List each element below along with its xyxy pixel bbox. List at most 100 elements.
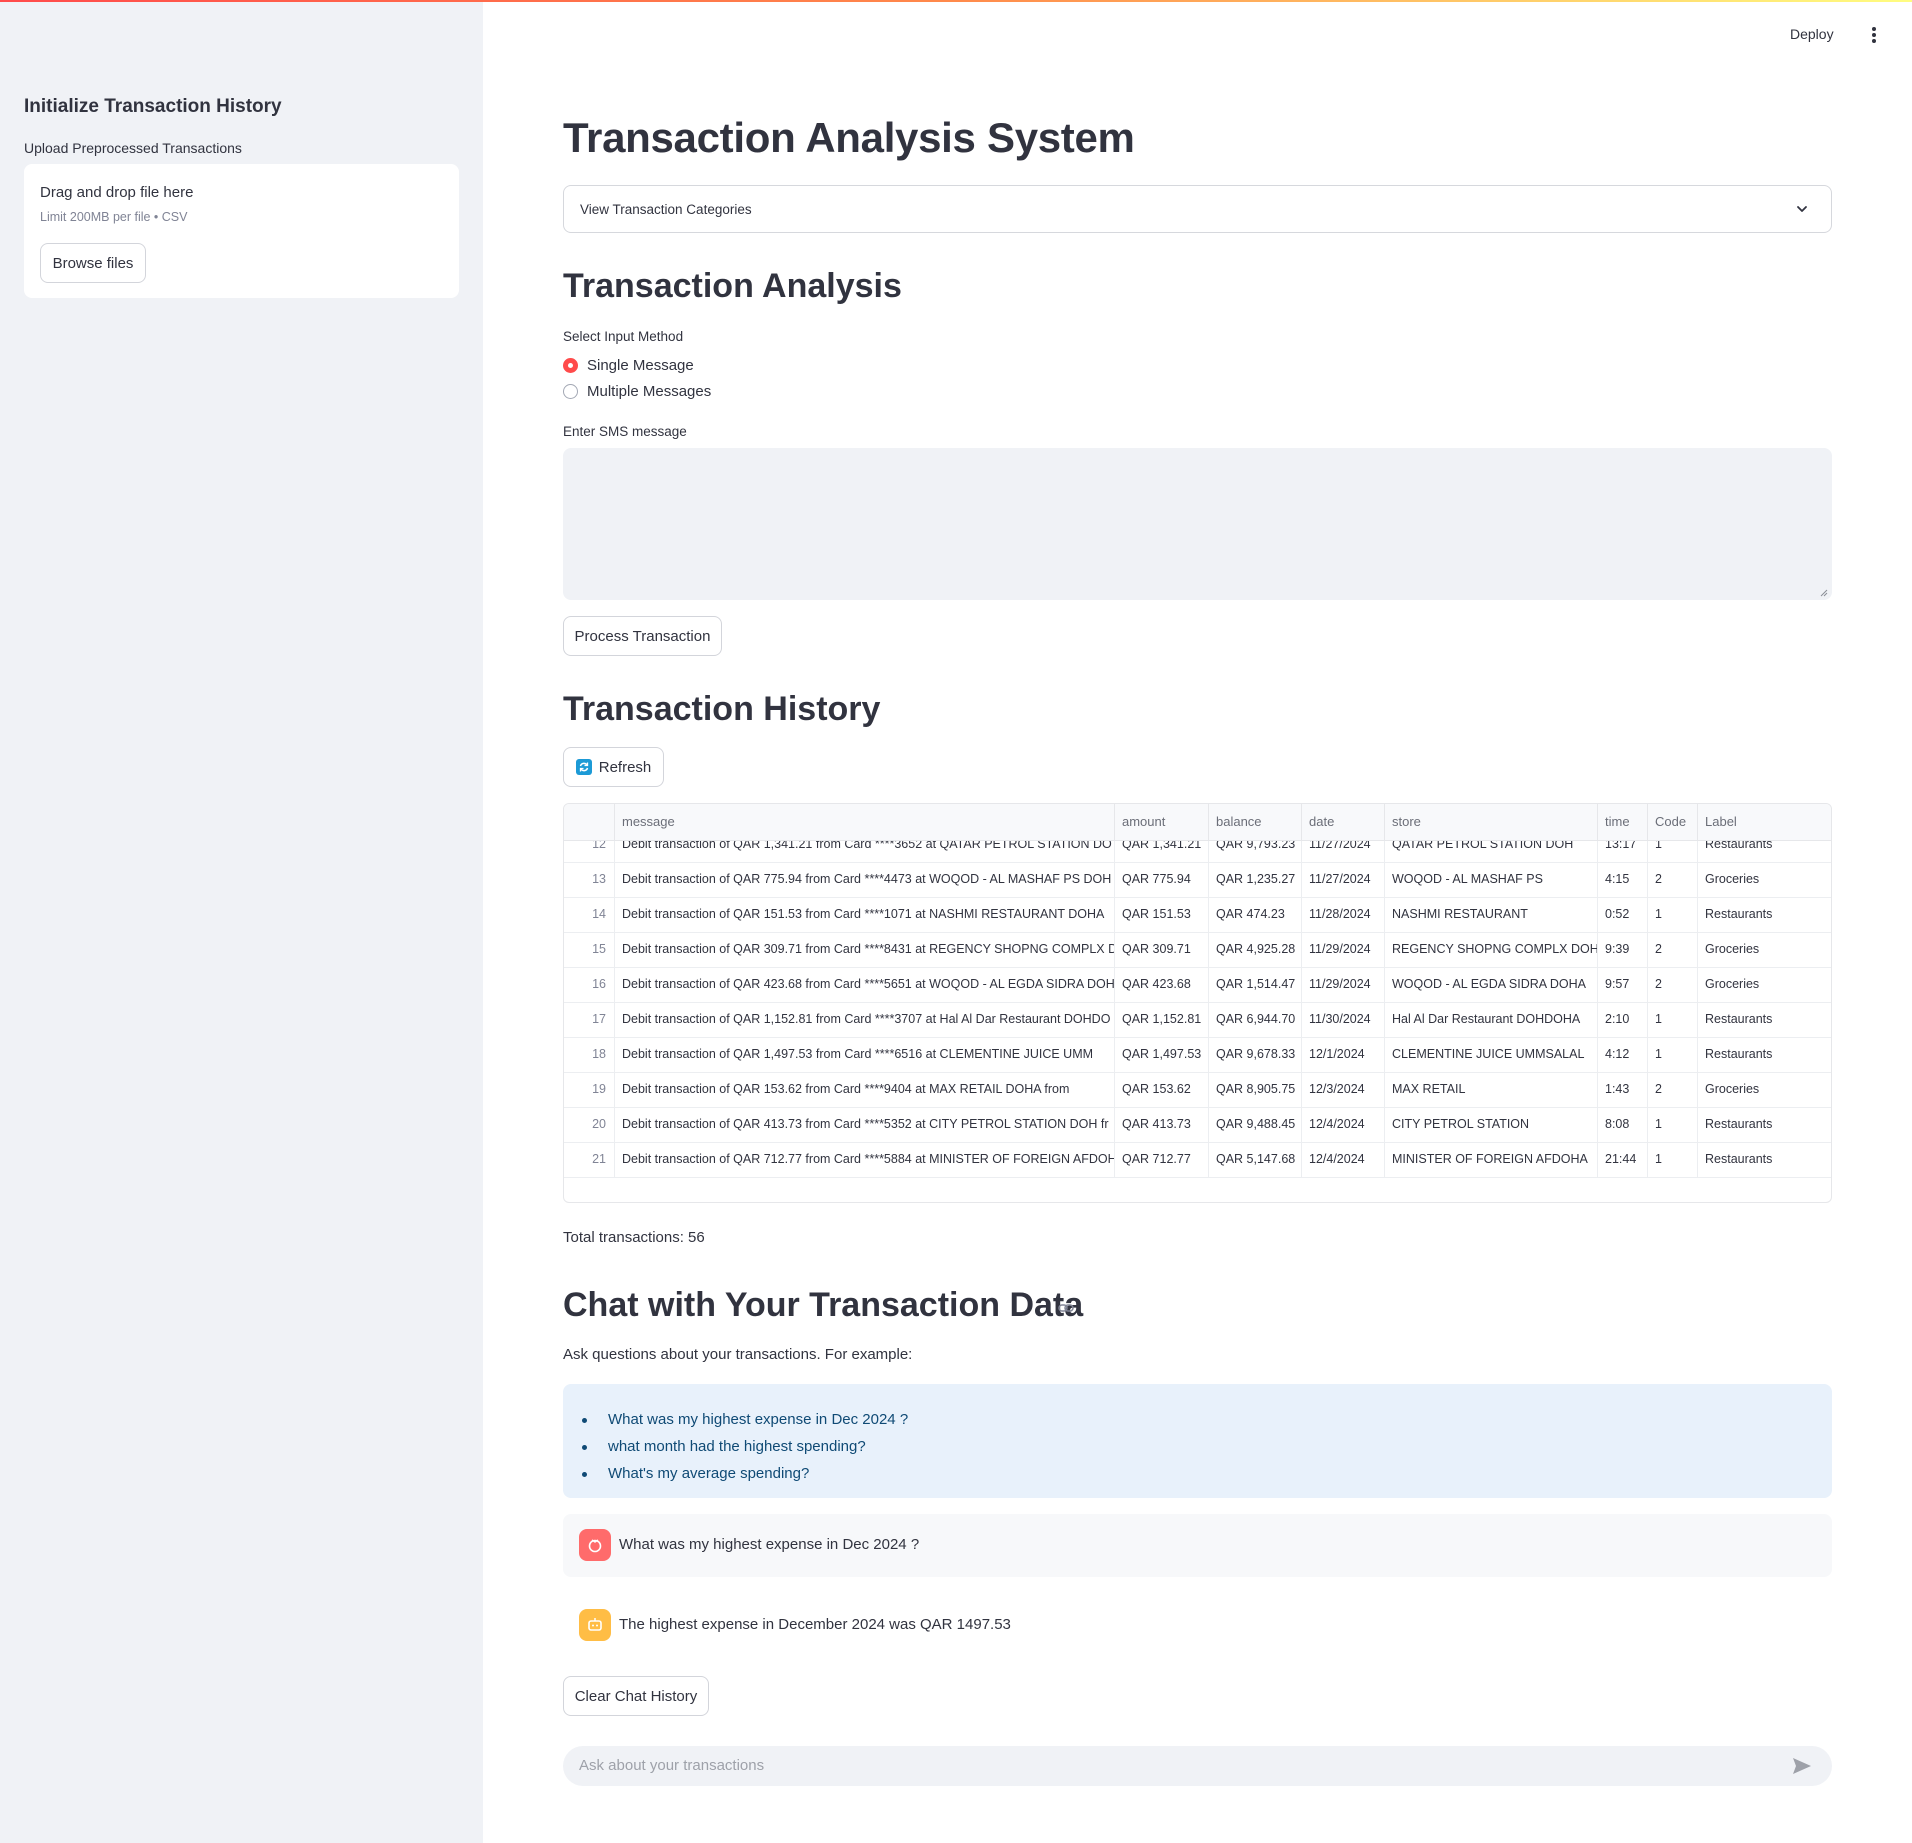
cell-code[interactable]: 2 bbox=[1648, 932, 1698, 967]
cell-index[interactable]: 13 bbox=[564, 862, 615, 897]
cell-code[interactable]: 2 bbox=[1648, 1072, 1698, 1107]
cell-code[interactable]: 2 bbox=[1648, 967, 1698, 1002]
cell-code[interactable]: 2 bbox=[1648, 862, 1698, 897]
cell-index[interactable]: 14 bbox=[564, 897, 615, 932]
cell-index[interactable]: 18 bbox=[564, 1037, 615, 1072]
radio-multiple-messages[interactable]: Multiple Messages bbox=[563, 383, 711, 400]
transaction-categories-expander[interactable]: View Transaction Categories bbox=[563, 185, 1832, 233]
cell-balance[interactable]: QAR 9,488.45 bbox=[1209, 1107, 1302, 1142]
deploy-button[interactable]: Deploy bbox=[1790, 26, 1834, 42]
cell-code[interactable]: 1 bbox=[1648, 1107, 1698, 1142]
cell-amount[interactable]: QAR 1,152.81 bbox=[1115, 1002, 1209, 1037]
cell-amount[interactable]: QAR 153.62 bbox=[1115, 1072, 1209, 1107]
table-row[interactable]: 14 Debit transaction of QAR 151.53 from C… bbox=[564, 897, 1831, 933]
cell-label[interactable]: Restaurants bbox=[1698, 897, 1831, 932]
column-header-index[interactable] bbox=[564, 804, 615, 840]
cell-message[interactable]: Debit transaction of QAR 1,152.81 from C… bbox=[615, 1002, 1115, 1037]
cell-message[interactable]: Debit transaction of QAR 153.62 from Car… bbox=[615, 1072, 1115, 1107]
cell-date[interactable]: 12/4/2024 bbox=[1302, 1107, 1385, 1142]
cell-balance[interactable]: QAR 8,905.75 bbox=[1209, 1072, 1302, 1107]
cell-time[interactable]: 1:43 bbox=[1598, 1072, 1648, 1107]
cell-message[interactable]: Debit transaction of QAR 309.71 from Car… bbox=[615, 932, 1115, 967]
cell-store[interactable]: WOQOD - AL MASHAF PS bbox=[1385, 862, 1598, 897]
column-header-store[interactable]: store bbox=[1385, 804, 1598, 840]
cell-amount[interactable]: QAR 413.73 bbox=[1115, 1107, 1209, 1142]
cell-balance[interactable]: QAR 1,235.27 bbox=[1209, 862, 1302, 897]
cell-label[interactable]: Groceries bbox=[1698, 862, 1831, 897]
cell-date[interactable]: 11/27/2024 bbox=[1302, 862, 1385, 897]
cell-store[interactable]: Hal Al Dar Restaurant DOHDOHA bbox=[1385, 1002, 1598, 1037]
cell-amount[interactable]: QAR 151.53 bbox=[1115, 897, 1209, 932]
cell-message[interactable]: Debit transaction of QAR 423.68 from Car… bbox=[615, 967, 1115, 1002]
cell-label[interactable]: Restaurants bbox=[1698, 1002, 1831, 1037]
more-vertical-icon[interactable] bbox=[1870, 25, 1878, 45]
table-row[interactable]: 15 Debit transaction of QAR 309.71 from C… bbox=[564, 932, 1831, 968]
cell-label[interactable]: Groceries bbox=[1698, 967, 1831, 1002]
table-row[interactable]: 17 Debit transaction of QAR 1,152.81 from… bbox=[564, 1002, 1831, 1038]
cell-date[interactable]: 12/3/2024 bbox=[1302, 1072, 1385, 1107]
refresh-button[interactable]: Refresh bbox=[563, 747, 664, 787]
cell-store[interactable]: REGENCY SHOPNG COMPLX DOH bbox=[1385, 932, 1598, 967]
cell-date[interactable]: 11/29/2024 bbox=[1302, 967, 1385, 1002]
column-header-time[interactable]: time bbox=[1598, 804, 1648, 840]
cell-time[interactable]: 8:08 bbox=[1598, 1107, 1648, 1142]
cell-index[interactable]: 17 bbox=[564, 1002, 615, 1037]
cell-index[interactable]: 16 bbox=[564, 967, 615, 1002]
sms-textarea[interactable] bbox=[563, 448, 1832, 600]
cell-time[interactable]: 2:10 bbox=[1598, 1002, 1648, 1037]
browse-files-button[interactable]: Browse files bbox=[40, 243, 146, 283]
process-transaction-button[interactable]: Process Transaction bbox=[563, 616, 722, 656]
transaction-table[interactable]: message amount balance date store time C… bbox=[563, 803, 1832, 1203]
cell-message[interactable]: Debit transaction of QAR 151.53 from Car… bbox=[615, 897, 1115, 932]
table-row[interactable]: 20 Debit transaction of QAR 413.73 from C… bbox=[564, 1107, 1831, 1143]
table-row[interactable]: 18 Debit transaction of QAR 1,497.53 from… bbox=[564, 1037, 1831, 1073]
table-row[interactable]: 21 Debit transaction of QAR 712.77 from C… bbox=[564, 1142, 1831, 1178]
cell-date[interactable]: 11/30/2024 bbox=[1302, 1002, 1385, 1037]
cell-time[interactable]: 0:52 bbox=[1598, 897, 1648, 932]
chat-input[interactable]: Ask about your transactions bbox=[563, 1746, 1832, 1786]
cell-message[interactable]: Debit transaction of QAR 413.73 from Car… bbox=[615, 1107, 1115, 1142]
cell-balance[interactable]: QAR 474.23 bbox=[1209, 897, 1302, 932]
cell-time[interactable]: 9:57 bbox=[1598, 967, 1648, 1002]
clear-chat-history-button[interactable]: Clear Chat History bbox=[563, 1676, 709, 1716]
column-header-balance[interactable]: balance bbox=[1209, 804, 1302, 840]
cell-index[interactable]: 19 bbox=[564, 1072, 615, 1107]
cell-date[interactable]: 12/1/2024 bbox=[1302, 1037, 1385, 1072]
cell-time[interactable]: 4:12 bbox=[1598, 1037, 1648, 1072]
cell-balance[interactable]: QAR 6,944.70 bbox=[1209, 1002, 1302, 1037]
cell-code[interactable]: 1 bbox=[1648, 1142, 1698, 1177]
cell-message[interactable]: Debit transaction of QAR 712.77 from Car… bbox=[615, 1142, 1115, 1177]
cell-date[interactable]: 11/29/2024 bbox=[1302, 932, 1385, 967]
cell-index[interactable]: 21 bbox=[564, 1142, 615, 1177]
column-header-amount[interactable]: amount bbox=[1115, 804, 1209, 840]
column-header-code[interactable]: Code bbox=[1648, 804, 1698, 840]
table-row[interactable]: 13 Debit transaction of QAR 775.94 from C… bbox=[564, 862, 1831, 898]
cell-label[interactable]: Restaurants bbox=[1698, 1142, 1831, 1177]
column-header-message[interactable]: message bbox=[615, 804, 1115, 840]
file-dropzone[interactable]: Drag and drop file here Limit 200MB per … bbox=[24, 164, 459, 298]
cell-store[interactable]: CITY PETROL STATION bbox=[1385, 1107, 1598, 1142]
send-icon[interactable] bbox=[1792, 1757, 1812, 1775]
cell-time[interactable]: 9:39 bbox=[1598, 932, 1648, 967]
cell-amount[interactable]: QAR 1,497.53 bbox=[1115, 1037, 1209, 1072]
cell-store[interactable]: MINISTER OF FOREIGN AFDOHA bbox=[1385, 1142, 1598, 1177]
cell-label[interactable]: Groceries bbox=[1698, 1072, 1831, 1107]
cell-message[interactable]: Debit transaction of QAR 775.94 from Car… bbox=[615, 862, 1115, 897]
table-row[interactable]: 16 Debit transaction of QAR 423.68 from C… bbox=[564, 967, 1831, 1003]
cell-label[interactable]: Groceries bbox=[1698, 932, 1831, 967]
table-row[interactable]: 19 Debit transaction of QAR 153.62 from C… bbox=[564, 1072, 1831, 1108]
cell-balance[interactable]: QAR 5,147.68 bbox=[1209, 1142, 1302, 1177]
column-header-date[interactable]: date bbox=[1302, 804, 1385, 840]
cell-store[interactable]: CLEMENTINE JUICE UMMSALAL bbox=[1385, 1037, 1598, 1072]
cell-index[interactable]: 15 bbox=[564, 932, 615, 967]
cell-code[interactable]: 1 bbox=[1648, 1037, 1698, 1072]
cell-store[interactable]: WOQOD - AL EGDA SIDRA DOHA bbox=[1385, 967, 1598, 1002]
cell-balance[interactable]: QAR 1,514.47 bbox=[1209, 967, 1302, 1002]
cell-time[interactable]: 4:15 bbox=[1598, 862, 1648, 897]
radio-single-message[interactable]: Single Message bbox=[563, 357, 694, 374]
cell-store[interactable]: MAX RETAIL bbox=[1385, 1072, 1598, 1107]
cell-amount[interactable]: QAR 423.68 bbox=[1115, 967, 1209, 1002]
cell-date[interactable]: 11/28/2024 bbox=[1302, 897, 1385, 932]
cell-balance[interactable]: QAR 9,678.33 bbox=[1209, 1037, 1302, 1072]
cell-date[interactable]: 12/4/2024 bbox=[1302, 1142, 1385, 1177]
